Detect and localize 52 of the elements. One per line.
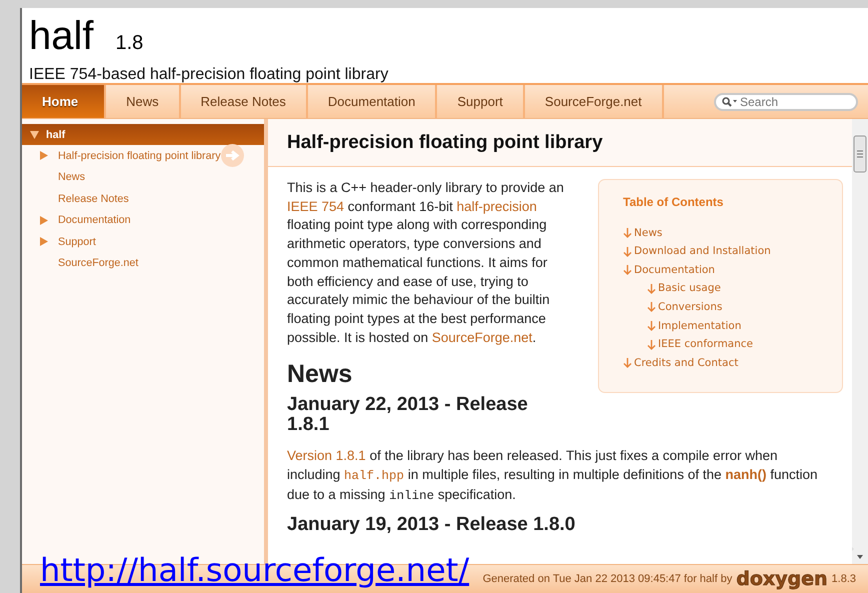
tree-item[interactable]: SourceForge.net [22,252,264,274]
down-arrow-icon [623,358,632,368]
footer-text: Generated on Tue Jan 22 2013 09:45:47 for half by [482,573,732,585]
down-arrow-icon [647,340,656,350]
down-arrow-icon [623,246,632,257]
down-arrow-icon [623,228,632,238]
toc-title: Table of Contents [623,194,724,211]
collapsed-triangle-icon[interactable] [40,237,48,246]
toc-link[interactable]: IEEE conformance [658,335,753,354]
tree-item[interactable]: Documentation [22,210,264,231]
down-arrow-icon [623,265,632,276]
release-paragraph: Version 1.8.1 of the library has been released. This just fixes a compile error when including half.hpp in multiple files, resulting in multiple definitions of the nanh() function due to a missing inline specification. [287,447,819,505]
toc-link[interactable]: Download and Installation [634,242,771,261]
doxygen-logo[interactable]: doxygen [736,569,828,589]
code-link[interactable]: half.hpp [344,469,404,484]
project-brief: IEEE 754-based half-precision floating point library [29,66,390,84]
tree-item[interactable]: Half-precision floating point library [22,145,264,166]
text-link[interactable]: SourceForge.net [432,330,532,345]
text-link[interactable]: Version 1.8.1 [287,448,366,464]
collapsed-triangle-icon[interactable] [40,216,48,225]
footer-version: 1.8.3 [832,573,856,585]
search-icon [722,96,737,106]
page-title: Half-precision floating point library [268,119,852,167]
down-arrow-icon [647,302,656,312]
scrollbar[interactable] [852,119,868,564]
expanded-triangle-icon[interactable] [30,130,39,138]
toc-link[interactable]: Basic usage [658,279,721,298]
section-heading: News [287,359,354,390]
release-heading: January 19, 2013 - Release 1.8.0 [287,515,576,536]
text-link[interactable]: IEEE 754 [287,198,344,214]
nav-tab[interactable]: Home [22,85,106,118]
toc-link[interactable]: Conversions [658,298,722,317]
search-field[interactable]: Search [714,92,858,110]
down-arrow-icon [647,320,656,331]
tree-item[interactable]: News [22,166,264,188]
tree-item[interactable]: Support [22,231,264,252]
project-name: half [29,14,94,58]
project-version: 1.8 [116,32,144,54]
toc-link[interactable]: Implementation [658,316,742,336]
release-heading: January 22, 2013 - Release 1.8.1 [287,395,529,436]
toc-link[interactable]: Credits and Contact [634,354,738,373]
tree-item[interactable]: half [22,124,264,145]
toc-link[interactable]: News [634,224,662,242]
intro-paragraph: This is a C++ header-only library to provide an IEEE 754 conformant 16-bit half-precision floating point type along with corresponding arithmetic operators, type conversions and common mathematical functions. It aims for both efficiency and ease of use, trying to accurately mimic the behaviour of the builtin floating point types at the best performance possible. It is hosted on SourceForge.net. [287,179,565,347]
text-link[interactable]: half-precision [456,198,537,214]
collapsed-triangle-icon[interactable] [40,151,48,160]
function-link[interactable]: nanh() [725,467,766,482]
tree-item[interactable]: Release Notes [22,188,264,210]
toc-link[interactable]: Documentation [634,260,715,280]
search-input[interactable]: Search [740,94,840,108]
url-link[interactable]: http://half.sourceforge.net/ [40,553,470,587]
down-arrow-icon [647,284,656,294]
